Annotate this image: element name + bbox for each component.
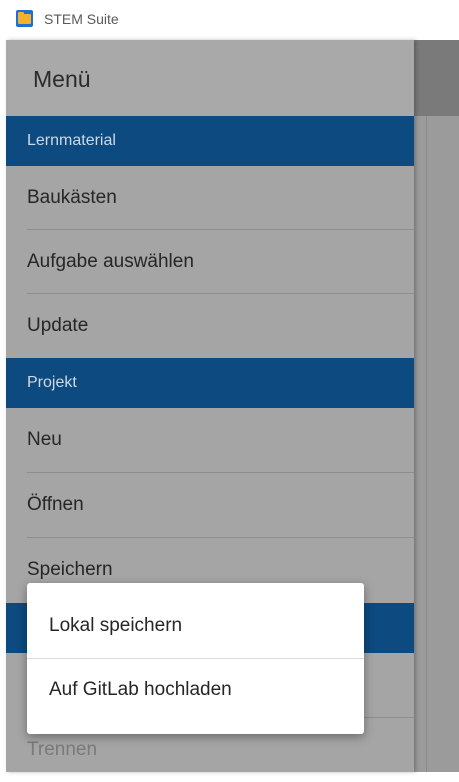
menu-item-label: Speichern [27, 559, 113, 580]
menu-item-label: Trennen [27, 739, 98, 760]
section-label: Projekt [27, 374, 77, 391]
menu-item-label: Öffnen [27, 494, 84, 515]
background-app-bar [414, 40, 459, 116]
popup-item-gitlab-hochladen[interactable]: Auf GitLab hochladen [27, 659, 364, 734]
menu-item-oeffnen[interactable]: Öffnen [6, 473, 414, 537]
menu-item-baukaesten[interactable]: Baukästen [6, 166, 414, 230]
menu-item-aufgabe-auswaehlen[interactable]: Aufgabe auswählen [6, 230, 414, 294]
background-content [414, 116, 459, 772]
title-bar: STEM Suite [0, 0, 459, 40]
popup-item-label: Auf GitLab hochladen [49, 679, 232, 700]
app-folder-icon [16, 10, 33, 27]
menu-item-label: Update [27, 315, 89, 336]
section-header-lernmaterial: Lernmaterial [6, 116, 414, 166]
save-options-popup: Lokal speichern Auf GitLab hochladen [27, 583, 364, 734]
drawer-header: Menü [6, 40, 414, 116]
menu-item-label: Aufgabe auswählen [27, 251, 194, 272]
section-header-projekt: Projekt [6, 358, 414, 408]
section-label: Lernmaterial [27, 132, 116, 149]
popup-item-lokal-speichern[interactable]: Lokal speichern [27, 583, 364, 658]
background-divider [426, 116, 427, 772]
window-title: STEM Suite [44, 11, 119, 27]
drawer-title: Menü [33, 66, 91, 92]
menu-item-label: Baukästen [27, 187, 117, 208]
menu-item-label: Neu [27, 429, 62, 450]
popup-item-label: Lokal speichern [49, 615, 183, 636]
menu-item-neu[interactable]: Neu [6, 408, 414, 472]
menu-item-update[interactable]: Update [6, 294, 414, 358]
